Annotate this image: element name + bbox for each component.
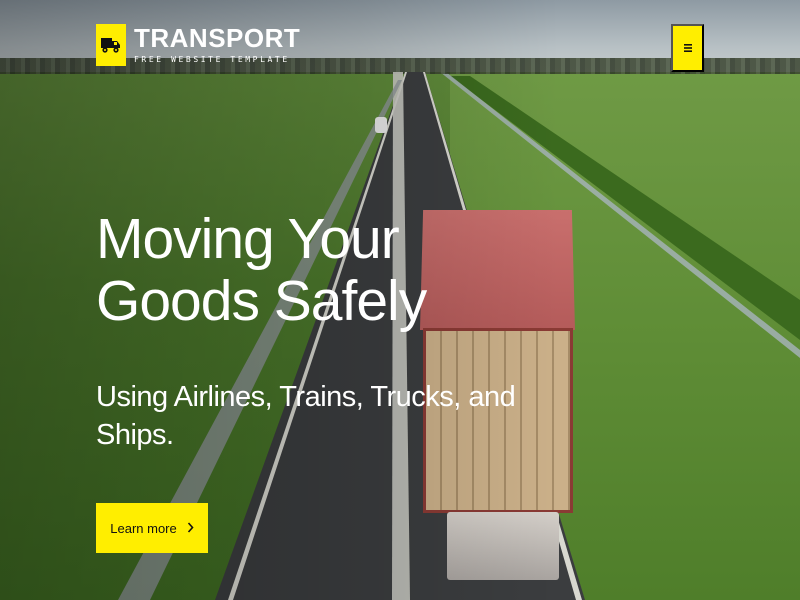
truck-icon [96, 24, 126, 66]
hero-headline: Moving Your Goods Safely [96, 207, 427, 333]
hero-subheadline: Using Airlines, Trains, Trucks, and Ship… [96, 381, 516, 451]
menu-button[interactable] [671, 24, 704, 72]
logo-title: TRANSPORT [134, 23, 301, 53]
hero-section: TRANSPORT FREE WEBSITE TEMPLATE Moving Y… [0, 0, 800, 600]
learn-more-label: Learn more [110, 520, 177, 536]
learn-more-button[interactable]: Learn more [96, 503, 208, 553]
hamburger-menu-icon [683, 41, 693, 56]
chevron-right-icon [187, 521, 194, 536]
logo-text: TRANSPORT FREE WEBSITE TEMPLATE [134, 24, 300, 66]
logo-subtitle: FREE WEBSITE TEMPLATE [134, 55, 290, 64]
site-logo[interactable]: TRANSPORT FREE WEBSITE TEMPLATE [96, 24, 300, 66]
